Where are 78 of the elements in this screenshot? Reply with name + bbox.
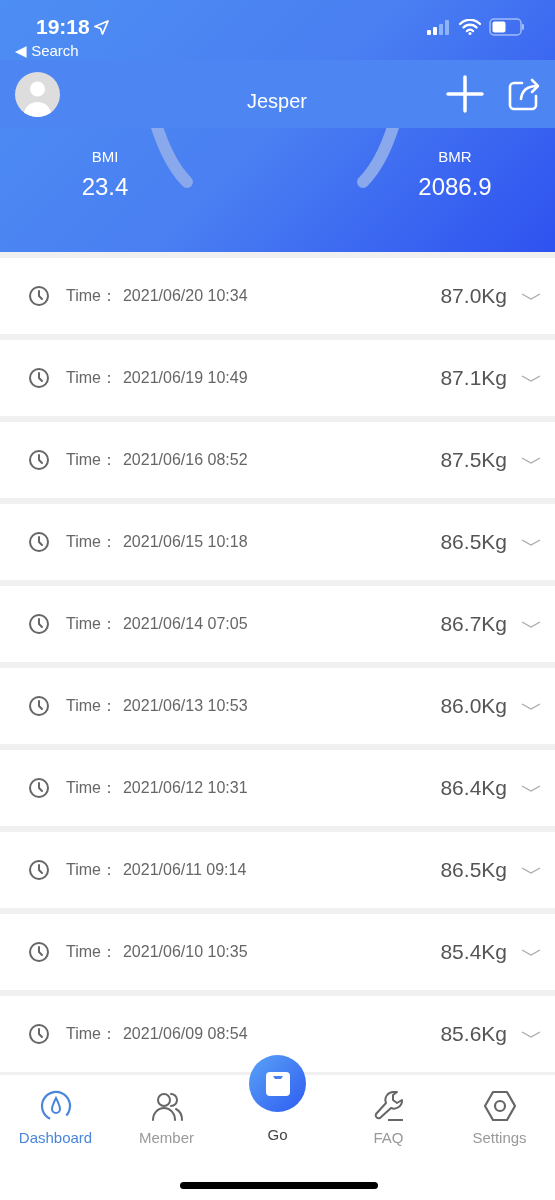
weight-value: 87.5Kg <box>440 447 507 474</box>
time-label: Time： <box>66 614 117 634</box>
time-value: 2021/06/15 10:18 <box>122 532 248 552</box>
share-icon[interactable] <box>508 77 540 111</box>
time-value: 2021/06/19 10:49 <box>122 368 248 388</box>
weight-value: 87.1Kg <box>440 365 507 392</box>
clock-icon <box>28 1023 50 1045</box>
time-label: Time： <box>66 778 117 798</box>
record-row[interactable]: Time： 2021/06/16 08:52 87.5Kg <box>0 422 555 498</box>
battery-icon <box>489 18 525 36</box>
chevron-icon[interactable] <box>521 784 541 793</box>
chevron-icon[interactable] <box>521 1030 541 1039</box>
tab-button[interactable]: Dashboard <box>0 1089 111 1150</box>
time-label: Time： <box>66 286 117 306</box>
record-row[interactable]: Time： 2021/06/20 10:34 87.0Kg <box>0 258 555 334</box>
weight-value: 86.7Kg <box>440 611 507 638</box>
clock-icon <box>28 777 50 799</box>
time-value: 2021/06/09 08:54 <box>122 1024 248 1044</box>
clock-icon <box>28 367 50 389</box>
weight-value: 85.4Kg <box>440 939 507 966</box>
user-name: Jesper <box>246 89 308 114</box>
chevron-icon[interactable] <box>521 456 541 465</box>
weight-value: 86.4Kg <box>440 775 507 802</box>
wifi-icon <box>459 19 481 35</box>
clock-text: 19:18 <box>36 14 90 41</box>
chevron-icon[interactable] <box>521 620 541 629</box>
add-icon[interactable] <box>446 75 484 113</box>
stat-label: BMI <box>90 147 120 167</box>
time-value: 2021/06/11 09:14 <box>122 860 247 880</box>
stat-value: 2086.9 <box>417 171 493 202</box>
chevron-icon[interactable] <box>521 374 541 383</box>
clock-icon <box>28 613 50 635</box>
settings-icon <box>482 1089 517 1123</box>
chevron-icon[interactable] <box>521 538 541 547</box>
location-arrow-icon <box>93 20 109 36</box>
record-row[interactable]: Time： 2021/06/14 07:05 86.7Kg <box>0 586 555 662</box>
weight-value: 86.0Kg <box>440 693 507 720</box>
record-row[interactable]: Time： 2021/06/12 10:31 86.4Kg <box>0 750 555 826</box>
avatar[interactable] <box>15 71 60 117</box>
clock-icon <box>28 531 50 553</box>
clock-icon <box>28 285 50 307</box>
clock-icon <box>28 941 50 963</box>
weight-value: 85.6Kg <box>440 1021 507 1048</box>
dashboard-icon <box>38 1089 73 1123</box>
time-label: Time： <box>66 532 117 552</box>
time-label: Time： <box>66 1024 117 1044</box>
time-label: Time： <box>66 696 117 716</box>
record-row[interactable]: Time： 2021/06/09 08:54 85.6Kg <box>0 996 555 1072</box>
time-label: Time： <box>66 942 117 962</box>
chevron-icon[interactable] <box>521 292 541 301</box>
time-value: 2021/06/12 10:31 <box>122 778 248 798</box>
weight-value: 87.0Kg <box>440 283 507 310</box>
record-row[interactable]: Time： 2021/06/19 10:49 87.1Kg <box>0 340 555 416</box>
scale-button[interactable] <box>249 1055 306 1112</box>
weight-value: 86.5Kg <box>440 529 507 556</box>
weight-value: 86.5Kg <box>440 857 507 884</box>
record-row[interactable]: Time： 2021/06/13 10:53 86.0Kg <box>0 668 555 744</box>
chevron-icon[interactable] <box>521 866 541 875</box>
clock-icon <box>28 695 50 717</box>
clock-icon <box>28 859 50 881</box>
stat-label: BMR <box>437 147 473 167</box>
signal-icon <box>427 19 451 35</box>
time-value: 2021/06/10 10:35 <box>122 942 248 962</box>
record-row[interactable]: Time： 2021/06/11 09:14 86.5Kg <box>0 832 555 908</box>
scale-icon <box>264 1070 291 1097</box>
time-label: Time： <box>66 368 117 388</box>
chevron-icon[interactable] <box>521 948 541 957</box>
time-value: 2021/06/14 07:05 <box>122 614 248 634</box>
stat-value: 23.4 <box>80 171 130 202</box>
clock-icon <box>28 449 50 471</box>
record-row[interactable]: Time： 2021/06/15 10:18 86.5Kg <box>0 504 555 580</box>
time-value: 2021/06/13 10:53 <box>122 696 248 716</box>
time-label: Time： <box>66 860 117 880</box>
chevron-icon[interactable] <box>521 702 541 711</box>
time-value: 2021/06/20 10:34 <box>122 286 248 306</box>
time-value: 2021/06/16 08:52 <box>122 450 248 470</box>
record-row[interactable]: Time： 2021/06/10 10:35 85.4Kg <box>0 914 555 990</box>
time-label: Time： <box>66 450 117 470</box>
